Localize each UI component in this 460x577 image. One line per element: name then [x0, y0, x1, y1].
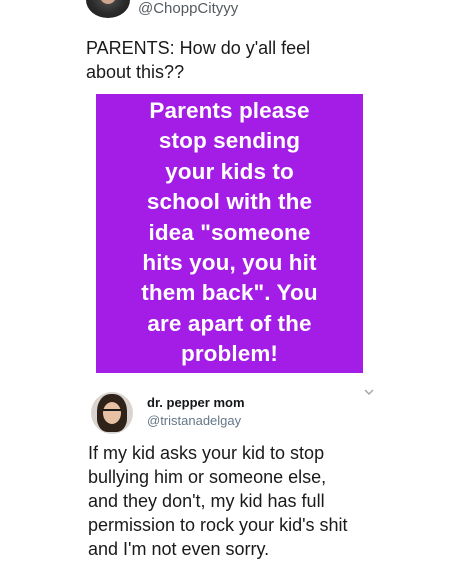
display-name[interactable]: dr. pepper mom — [147, 395, 245, 411]
tweet-text-line: permission to rock your kid's shit — [88, 515, 348, 535]
tweet-text-line: about this?? — [86, 62, 185, 82]
avatar-glasses — [103, 409, 121, 416]
top-tweet: @ChoppCityyy PARENTS: How do y'all feel … — [0, 0, 460, 375]
tweet-text: PARENTS: How do y'all feel about this?? — [86, 36, 386, 84]
tweet-text-line: bullying him or someone else, — [88, 467, 327, 487]
card-text-line: them back". You — [141, 280, 318, 306]
card-text-line: hits you, you hit — [142, 250, 317, 276]
card-text-line: school with the — [146, 189, 313, 215]
tweet-text-line: and I'm not even sorry. — [88, 539, 270, 559]
avatar[interactable] — [86, 0, 130, 18]
avatar[interactable] — [91, 392, 133, 434]
card-text-line: stop sending — [158, 128, 301, 154]
chevron-down-icon[interactable] — [363, 386, 375, 398]
card-text-line: idea "someone — [148, 219, 311, 245]
card-text-line: are apart of the — [147, 310, 312, 336]
username-handle[interactable]: @tristanadelgay — [147, 413, 241, 429]
card-text-line: Parents please — [149, 98, 310, 123]
tweet-text: If my kid asks your kid to stop bullying… — [88, 441, 408, 561]
card-text-line: your kids to — [165, 158, 294, 184]
reply-tweet: dr. pepper mom @tristanadelgay If my kid… — [0, 378, 460, 577]
tweet-text-line: PARENTS: How do y'all feel — [86, 38, 311, 58]
tweet-text-line: If my kid asks your kid to stop — [88, 443, 325, 463]
quoted-image-card[interactable]: Parents please stop sending your kids to… — [96, 94, 363, 373]
username-handle[interactable]: @ChoppCityyy — [138, 0, 238, 18]
tweet-text-line: and they don't, my kid has full — [88, 491, 325, 511]
card-text-line: problem! — [180, 341, 279, 367]
